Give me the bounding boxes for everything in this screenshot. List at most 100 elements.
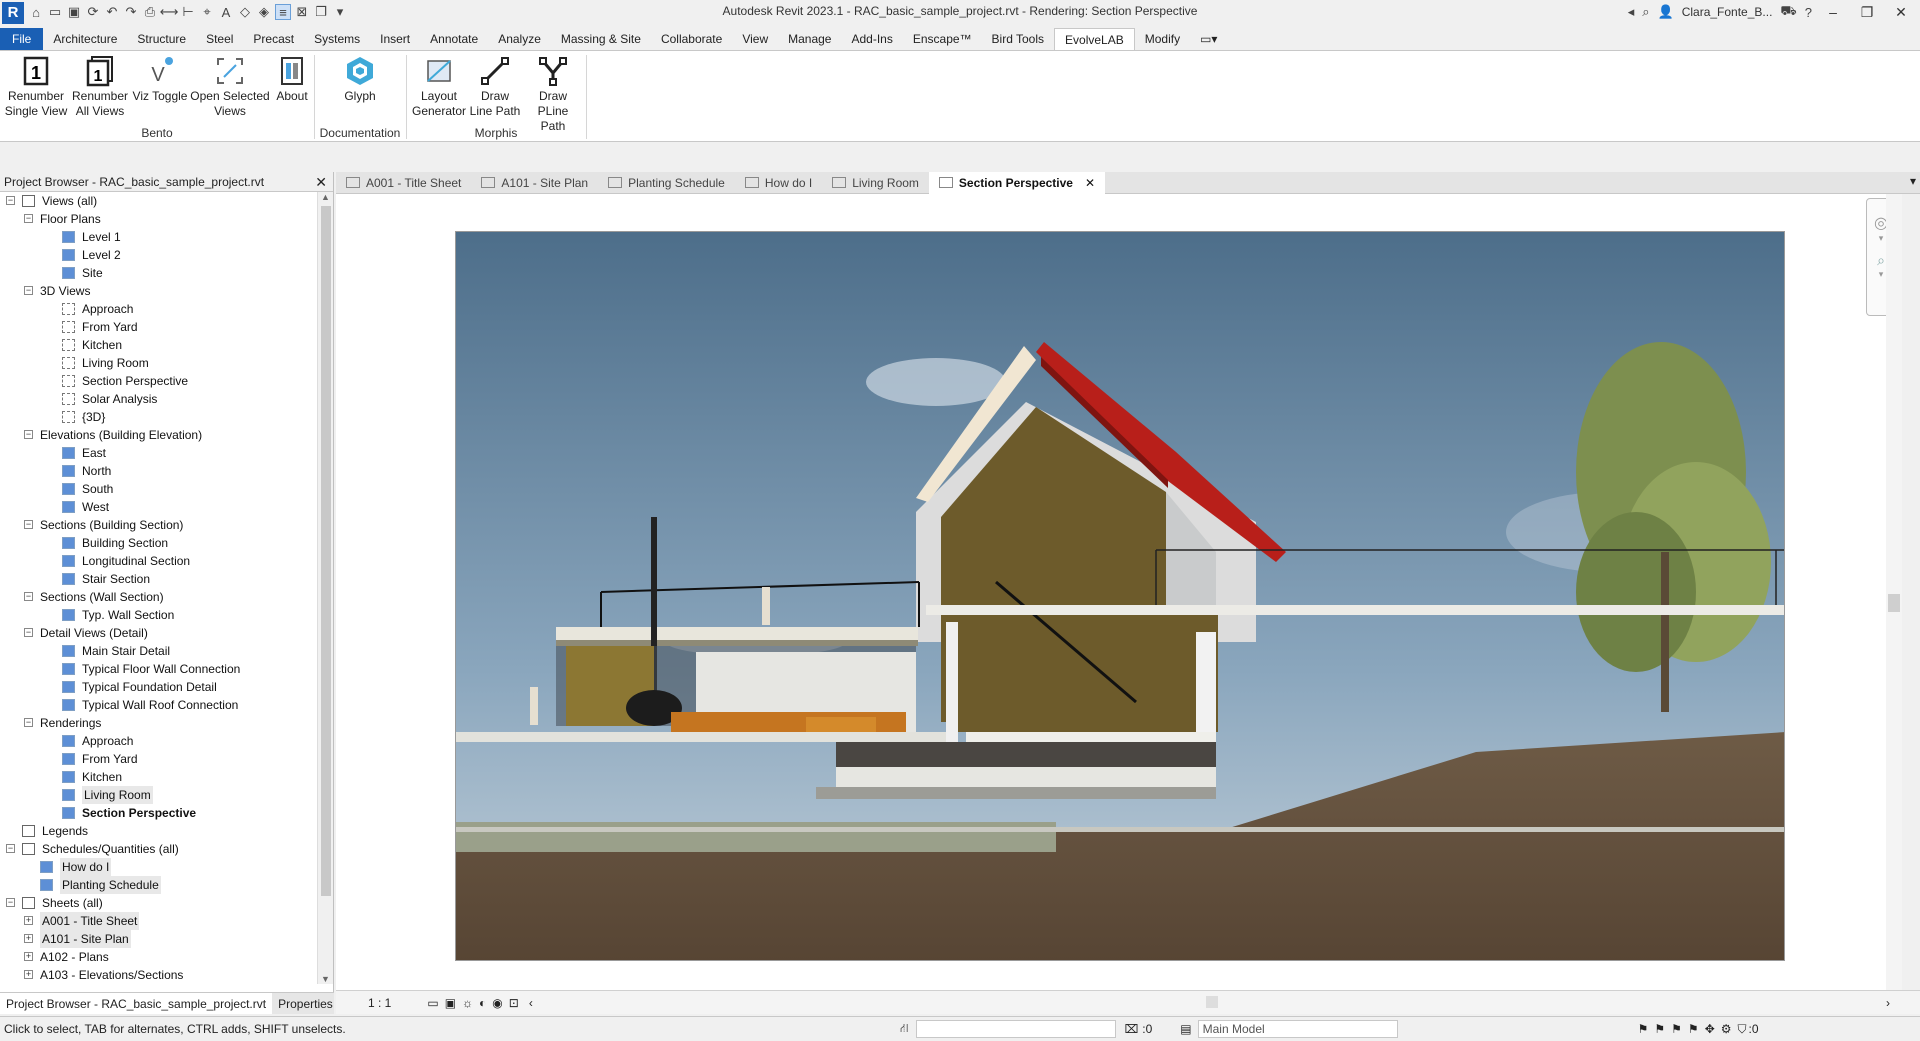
tree-item[interactable]: + A102 - Plans: [0, 948, 316, 966]
view-tab[interactable]: A101 - Site Plan: [471, 172, 598, 194]
dimension-icon[interactable]: ⊢: [180, 4, 196, 20]
tree-item[interactable]: − Renderings: [0, 714, 316, 732]
tree-item[interactable]: From Yard: [0, 318, 316, 336]
tab-systems[interactable]: Systems: [304, 28, 370, 50]
chevron-left-icon[interactable]: ‹: [529, 996, 533, 1010]
scroll-up-icon[interactable]: ▲: [321, 192, 330, 202]
tree-item[interactable]: Typical Wall Roof Connection: [0, 696, 316, 714]
restore-button[interactable]: ❐: [1854, 4, 1880, 21]
scroll-thumb[interactable]: [321, 206, 331, 896]
canvas-vertical-scrollbar[interactable]: [1886, 194, 1902, 990]
tree-item[interactable]: − Schedules/Quantities (all): [0, 840, 316, 858]
3d-view-icon[interactable]: ◇: [237, 4, 253, 20]
glyph-button[interactable]: Glyph: [338, 55, 382, 104]
select-underlay-icon[interactable]: ⚑: [1654, 1022, 1665, 1036]
scroll-down-icon[interactable]: ▼: [321, 974, 330, 984]
tab-file[interactable]: File: [0, 28, 44, 50]
tree-item[interactable]: Solar Analysis: [0, 390, 316, 408]
tree-item[interactable]: East: [0, 444, 316, 462]
tree-item[interactable]: Typical Floor Wall Connection: [0, 660, 316, 678]
tree-item[interactable]: − Views (all): [0, 192, 316, 210]
tree-item[interactable]: Longitudinal Section: [0, 552, 316, 570]
drawing-area[interactable]: ◎ ▾ ⌕ ▾: [336, 194, 1902, 990]
tree-item[interactable]: − Sections (Building Section): [0, 516, 316, 534]
view-tab[interactable]: Planting Schedule: [598, 172, 735, 194]
view-tab[interactable]: How do I: [735, 172, 822, 194]
view-tab[interactable]: Section Perspective ✕: [928, 171, 1106, 194]
expand-icon[interactable]: +: [24, 970, 33, 979]
help-icon[interactable]: ?: [1805, 5, 1812, 20]
shadows-icon[interactable]: ◐: [479, 996, 486, 1010]
tab-collaborate[interactable]: Collaborate: [651, 28, 732, 50]
user-name[interactable]: Clara_Fonte_B...: [1682, 5, 1773, 19]
tree-item[interactable]: Approach: [0, 732, 316, 750]
tree-item[interactable]: {3D}: [0, 408, 316, 426]
view-scale[interactable]: 1 : 1: [368, 996, 391, 1010]
tab-modify[interactable]: Modify: [1135, 28, 1190, 50]
chevron-right-icon[interactable]: ›: [1886, 996, 1890, 1010]
close-icon[interactable]: ✕: [315, 172, 327, 192]
collapse-icon[interactable]: −: [24, 430, 33, 439]
select-links-icon[interactable]: ⚑: [1638, 1022, 1649, 1036]
open-selected-views-button[interactable]: Open Selected Views: [190, 55, 270, 119]
tree-item[interactable]: Typical Foundation Detail: [0, 678, 316, 696]
collapse-icon[interactable]: −: [24, 592, 33, 601]
crop-view-icon[interactable]: ⊡: [509, 996, 519, 1010]
revit-logo[interactable]: R: [2, 1, 24, 24]
tree-item[interactable]: How do I: [0, 858, 316, 876]
select-by-face-icon[interactable]: ⚑: [1688, 1022, 1699, 1036]
tree-item[interactable]: Stair Section: [0, 570, 316, 588]
tree-item[interactable]: + A103 - Elevations/Sections: [0, 966, 316, 984]
design-option-dropdown[interactable]: Main Model: [1197, 1020, 1398, 1038]
about-button[interactable]: About: [272, 55, 312, 104]
tree-item[interactable]: − Sections (Wall Section): [0, 588, 316, 606]
tab-manage[interactable]: Manage: [778, 28, 841, 50]
tree-item[interactable]: Legends: [0, 822, 316, 840]
tab-analyze[interactable]: Analyze: [488, 28, 551, 50]
renumber-single-view-button[interactable]: 1 Renumber Single View: [4, 55, 68, 119]
open-icon[interactable]: ▭: [47, 4, 63, 20]
tab-evolvelab[interactable]: EvolveLAB: [1054, 28, 1135, 50]
layout-generator-button[interactable]: Layout Generator: [412, 55, 466, 119]
tree-item[interactable]: Main Stair Detail: [0, 642, 316, 660]
tree-item[interactable]: − Floor Plans: [0, 210, 316, 228]
horizontal-scroll-thumb[interactable]: [1206, 996, 1218, 1008]
scroll-thumb[interactable]: [1888, 594, 1900, 612]
tree-item[interactable]: − Sheets (all): [0, 894, 316, 912]
user-icon[interactable]: 👤: [1658, 4, 1674, 20]
tree-item[interactable]: Site: [0, 264, 316, 282]
tab-annotate[interactable]: Annotate: [420, 28, 488, 50]
close-window-button[interactable]: ✕: [1888, 4, 1914, 21]
tree-item[interactable]: North: [0, 462, 316, 480]
binoculars-icon[interactable]: ⌕: [1642, 4, 1649, 20]
select-pinned-icon[interactable]: ⚑: [1671, 1022, 1682, 1036]
filter-icon[interactable]: ⛉: [1738, 1022, 1747, 1037]
collapse-icon[interactable]: −: [24, 520, 33, 529]
tree-item[interactable]: − Detail Views (Detail): [0, 624, 316, 642]
expand-icon[interactable]: +: [24, 952, 33, 961]
tab-massing-site[interactable]: Massing & Site: [551, 28, 651, 50]
home-icon[interactable]: ⌂: [28, 4, 44, 20]
thin-lines-icon[interactable]: ≡: [275, 4, 291, 20]
tree-item[interactable]: Level 1: [0, 228, 316, 246]
cart-icon[interactable]: ⛟: [1780, 3, 1796, 21]
visual-style-icon[interactable]: ▣: [445, 996, 456, 1010]
tree-item[interactable]: Section Perspective: [0, 804, 316, 822]
collapse-icon[interactable]: −: [6, 898, 15, 907]
tab-view[interactable]: View: [732, 28, 778, 50]
text-icon[interactable]: A: [218, 4, 234, 20]
editable-icon[interactable]: ⌧: [1124, 1022, 1138, 1036]
tree-item[interactable]: Planting Schedule: [0, 876, 316, 894]
tree-item[interactable]: Kitchen: [0, 768, 316, 786]
tree-item[interactable]: −3D Views: [0, 282, 316, 300]
redo-icon[interactable]: ↷: [123, 4, 139, 20]
ribbon-options-icon[interactable]: ▭▾: [1190, 28, 1227, 50]
sun-path-icon[interactable]: ☼: [462, 996, 473, 1010]
view-tab[interactable]: Living Room: [822, 172, 929, 194]
tree-item[interactable]: Level 2: [0, 246, 316, 264]
tree-item[interactable]: Approach: [0, 300, 316, 318]
design-options-icon[interactable]: ▤: [1180, 1022, 1191, 1036]
close-icon[interactable]: ✕: [1085, 176, 1095, 190]
expand-icon[interactable]: +: [24, 916, 33, 925]
view-tab[interactable]: A001 - Title Sheet: [336, 172, 471, 194]
